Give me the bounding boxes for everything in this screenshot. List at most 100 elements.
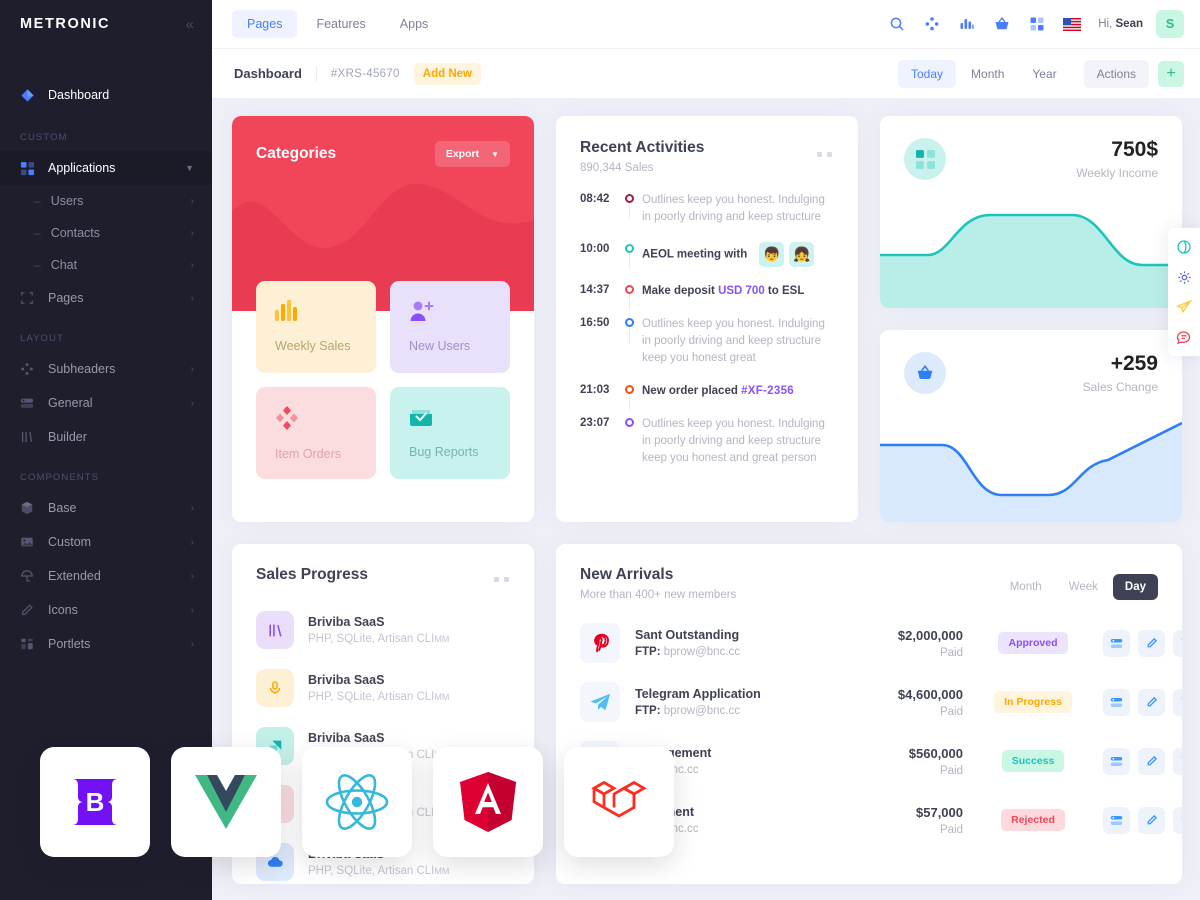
sidebar-item-applications[interactable]: Applications ▼ bbox=[0, 151, 212, 185]
dots-icon[interactable] bbox=[494, 577, 509, 582]
greeting-text: Hi, Sean bbox=[1098, 18, 1143, 30]
edit-pencil-icon[interactable] bbox=[1138, 688, 1165, 716]
tab-week[interactable]: Week bbox=[1057, 574, 1110, 600]
sidebar-item-label: Users bbox=[50, 194, 84, 208]
chevron-down-icon: ▼ bbox=[491, 149, 499, 159]
item-price: $4,600,000 bbox=[897, 686, 963, 702]
item-desc: PHP, SQLite, Artisan CLIMM bbox=[308, 865, 450, 877]
trash-icon[interactable] bbox=[1173, 747, 1182, 775]
tile-bug-reports[interactable]: Bug Reports bbox=[390, 387, 510, 479]
edit-pencil-icon[interactable] bbox=[1138, 806, 1165, 834]
sidebar-item-pages[interactable]: Pages › bbox=[0, 281, 212, 315]
timeline-link[interactable]: #XF-2356 bbox=[741, 385, 794, 397]
tab-pages[interactable]: Pages bbox=[232, 10, 298, 38]
row-amount: $560,000 Paid bbox=[835, 746, 963, 777]
angular-logo[interactable] bbox=[433, 747, 543, 857]
sidebar-item-dashboard[interactable]: Dashboard bbox=[0, 76, 212, 114]
export-button[interactable]: Export ▼ bbox=[434, 141, 510, 167]
sidebar-item-icons[interactable]: Icons › bbox=[0, 593, 212, 627]
toggle-icon[interactable] bbox=[1103, 806, 1130, 834]
sidebar-item-portlets[interactable]: Portlets › bbox=[0, 627, 212, 661]
grid-apps-icon[interactable] bbox=[1022, 9, 1052, 39]
sidebar-item-custom[interactable]: Custom › bbox=[0, 525, 212, 559]
timeline-text-label: AEOL meeting with bbox=[642, 248, 748, 261]
sidebar-item-contacts[interactable]: – Contacts › bbox=[0, 217, 212, 249]
search-icon[interactable] bbox=[882, 9, 912, 39]
row-amount: $57,000 Paid bbox=[835, 805, 963, 836]
sidebar-item-users[interactable]: – Users › bbox=[0, 185, 212, 217]
sidebar-item-builder[interactable]: Builder bbox=[0, 420, 212, 454]
status-badge: Approved bbox=[998, 632, 1068, 654]
chevron-right-icon: › bbox=[190, 397, 194, 409]
sidebar-item-label: Portlets bbox=[48, 637, 91, 651]
sidebar-section-custom: CUSTOM bbox=[20, 132, 68, 143]
double-chevron-left-icon[interactable]: « bbox=[186, 17, 194, 32]
list-item[interactable]: Briviba SaaS PHP, SQLite, Artisan CLIMM bbox=[256, 602, 510, 660]
toggle-icon[interactable] bbox=[1103, 747, 1130, 775]
vue-logo[interactable] bbox=[171, 747, 281, 857]
sidebar-item-label: Builder bbox=[48, 430, 87, 444]
timeline-item: 14:37 Make deposit USD 700 to ESL bbox=[580, 283, 834, 316]
sidebar-item-label: Pages bbox=[48, 291, 84, 305]
tab-day[interactable]: Day bbox=[1112, 574, 1158, 600]
item-price: $560,000 bbox=[908, 745, 963, 761]
weekly-income-sparkline bbox=[880, 203, 1182, 308]
filter-today[interactable]: Today bbox=[898, 59, 957, 88]
laravel-logo[interactable] bbox=[564, 747, 674, 857]
trash-icon[interactable] bbox=[1173, 688, 1182, 716]
trash-icon[interactable] bbox=[1173, 629, 1182, 657]
trash-icon[interactable] bbox=[1173, 806, 1182, 834]
toggle-icon[interactable] bbox=[1103, 629, 1130, 657]
filter-month[interactable]: Month bbox=[958, 60, 1017, 88]
tile-new-users[interactable]: New Users bbox=[390, 281, 510, 373]
timeline-link[interactable]: USD 700 bbox=[718, 285, 765, 297]
sidebar-item-general[interactable]: General › bbox=[0, 386, 212, 420]
sidebar-item-chat[interactable]: – Chat › bbox=[0, 249, 212, 281]
sidebar-item-label: Icons bbox=[48, 603, 78, 617]
gear-icon[interactable] bbox=[1168, 262, 1200, 292]
attendee-avatars: 👦 👧 bbox=[759, 242, 815, 267]
sidebar-item-label: Custom bbox=[48, 535, 92, 549]
actions-button[interactable]: Actions bbox=[1083, 59, 1149, 88]
bootstrap-logo[interactable]: B bbox=[40, 747, 150, 857]
list-item[interactable]: Briviba SaaS PHP, SQLite, Artisan CLIMM bbox=[256, 660, 510, 718]
tab-apps[interactable]: Apps bbox=[385, 10, 444, 38]
dots-icon[interactable] bbox=[817, 152, 832, 157]
chart-bar-icon[interactable] bbox=[952, 9, 982, 39]
share-icon[interactable] bbox=[917, 9, 947, 39]
avatar[interactable]: S bbox=[1156, 10, 1184, 38]
sidebar-item-base[interactable]: Base › bbox=[0, 491, 212, 525]
droplet-icon[interactable] bbox=[1168, 232, 1200, 262]
tab-features[interactable]: Features bbox=[301, 10, 380, 38]
avatar: 👦 bbox=[759, 242, 785, 267]
plus-icon[interactable]: + bbox=[1158, 60, 1184, 87]
user-plus-icon bbox=[409, 300, 510, 327]
timeline-marker bbox=[616, 192, 642, 219]
flag-us-icon[interactable] bbox=[1057, 9, 1087, 39]
paper-plane-icon[interactable] bbox=[1168, 292, 1200, 322]
timeline-item: 16:50 Outlines keep you honest. Indulgin… bbox=[580, 316, 834, 383]
edit-pencil-icon[interactable] bbox=[1138, 747, 1165, 775]
toggle-icon[interactable] bbox=[1103, 688, 1130, 716]
tile-item-orders[interactable]: Item Orders bbox=[256, 387, 376, 479]
brand-header: METRONIC « bbox=[0, 0, 212, 48]
chevron-right-icon: › bbox=[190, 536, 194, 548]
floating-toolbar bbox=[1168, 228, 1200, 356]
chat-icon[interactable] bbox=[1168, 322, 1200, 352]
basket-icon[interactable] bbox=[987, 9, 1017, 39]
subbar-filters: Today Month Year Actions + bbox=[898, 59, 1184, 88]
react-logo[interactable] bbox=[302, 747, 412, 857]
sidebar-item-subheaders[interactable]: Subheaders › bbox=[0, 352, 212, 386]
tile-weekly-sales[interactable]: Weekly Sales bbox=[256, 281, 376, 373]
add-new-button[interactable]: Add New bbox=[413, 62, 481, 85]
edit-pencil-icon[interactable] bbox=[1138, 629, 1165, 657]
item-price: $57,000 bbox=[916, 804, 963, 820]
sidebar-item-label: General bbox=[48, 396, 93, 410]
filter-year[interactable]: Year bbox=[1019, 60, 1069, 88]
top-actions: Hi, Sean S bbox=[882, 9, 1184, 39]
sidebar-item-extended[interactable]: Extended › bbox=[0, 559, 212, 593]
tab-month[interactable]: Month bbox=[998, 574, 1054, 600]
item-paid-label: Paid bbox=[939, 705, 963, 718]
item-paid-label: Paid bbox=[939, 764, 963, 777]
list-item-text: Briviba SaaS PHP, SQLite, Artisan CLIMM bbox=[308, 673, 449, 703]
